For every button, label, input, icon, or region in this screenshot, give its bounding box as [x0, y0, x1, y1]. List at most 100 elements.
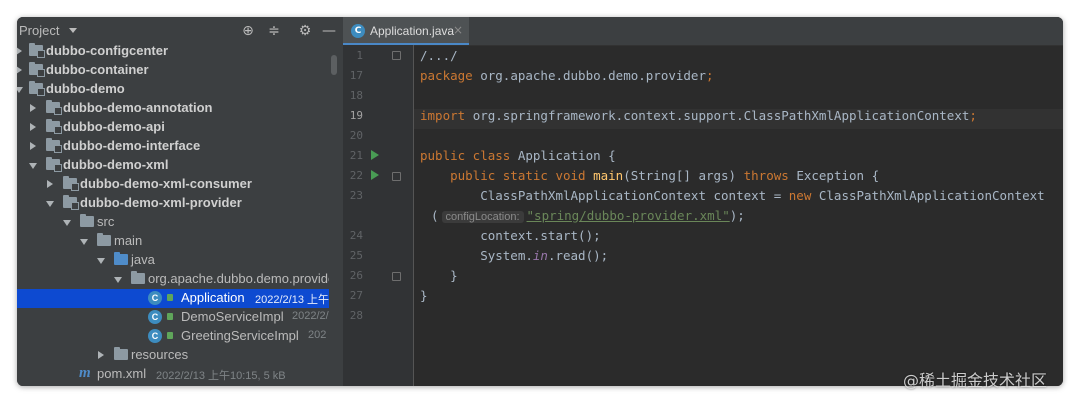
tree-item-src[interactable]: src: [17, 213, 329, 232]
tree-item-label: pom.xml: [97, 366, 147, 381]
source-folder-icon: [114, 252, 128, 265]
tree-item-dubbo-demo-xml-provider[interactable]: dubbo-demo-xml-provider: [17, 194, 329, 213]
code-token: Application {: [517, 148, 616, 163]
code-line-23: ClassPathXmlApplicationContext context =…: [420, 188, 1044, 208]
code-token: }: [420, 288, 428, 303]
tree-item-label: DemoServiceImpl: [181, 309, 284, 324]
chevron-right-icon[interactable]: [17, 66, 22, 74]
tree-item-dubbo-container[interactable]: dubbo-container: [17, 61, 329, 80]
chevron-down-icon[interactable]: [29, 163, 37, 169]
code-line-26: }: [420, 268, 458, 288]
tree-item-label: src: [97, 214, 115, 229]
tree-item-label: dubbo-demo-api: [63, 119, 165, 134]
chevron-right-icon[interactable]: [30, 123, 36, 131]
code-token: new: [788, 188, 819, 203]
tree-item-label: dubbo-demo-xml-consumer: [80, 176, 252, 191]
tree-item-label: dubbo-container: [46, 62, 149, 77]
tree-item-greetingserviceimpl[interactable]: C GreetingServiceImpl 202: [17, 327, 329, 346]
tab-application-java[interactable]: C Application.java ×: [343, 17, 469, 45]
chevron-down-icon[interactable]: [97, 258, 105, 264]
class-icon: C: [148, 291, 162, 305]
tree-item-package[interactable]: org.apache.dubbo.demo.provider: [17, 270, 329, 289]
code-line-21: public class Application {: [420, 148, 616, 168]
tab-label: Application.java: [370, 24, 455, 38]
tree-item-label: dubbo-demo-annotation: [63, 100, 213, 115]
module-folder-icon: [46, 157, 62, 172]
code-line-24: context.start();: [420, 228, 600, 248]
resources-folder-icon: [114, 347, 128, 360]
module-folder-icon: [63, 176, 79, 191]
code-token: org.apache.dubbo.demo.provider: [480, 68, 706, 83]
tree-item-label: dubbo-demo-interface: [63, 138, 201, 153]
code-token: System.: [420, 248, 533, 263]
code-line-17: package org.apache.dubbo.demo.provider;: [420, 68, 714, 88]
tree-item-pom-xml[interactable]: m pom.xml 2022/2/13 上午10:15, 5 kB: [17, 365, 329, 384]
chevron-down-icon[interactable]: [63, 220, 71, 226]
tree-item-dubbo-configcenter[interactable]: dubbo-configcenter: [17, 42, 329, 61]
code-line-25: System.in.read();: [420, 248, 608, 268]
tree-scrollbar[interactable]: [331, 55, 337, 75]
code-token: in: [532, 248, 548, 263]
chevron-down-icon[interactable]: [114, 277, 122, 283]
tree-item-meta: 202: [308, 329, 327, 341]
maven-icon: m: [79, 365, 91, 381]
code-line-19: import org.springframework.context.suppo…: [420, 108, 977, 128]
code-token: ClassPathXmlApplicationContext context =: [420, 188, 789, 203]
class-icon: C: [148, 329, 162, 343]
tree-item-dubbo-demo-api[interactable]: dubbo-demo-api: [17, 118, 329, 137]
module-folder-icon: [29, 43, 45, 58]
tree-item-dubbo-demo[interactable]: dubbo-demo: [17, 80, 329, 99]
tree-item-label: dubbo-demo: [46, 81, 125, 96]
chevron-down-icon[interactable]: [46, 201, 54, 207]
close-icon[interactable]: ×: [453, 23, 463, 37]
module-folder-icon: [46, 119, 62, 134]
module-folder-icon: [46, 100, 62, 115]
module-folder-icon: [29, 62, 45, 77]
tree-item-resources[interactable]: resources: [17, 346, 329, 365]
chevron-right-icon[interactable]: [17, 47, 22, 55]
chevron-right-icon[interactable]: [47, 180, 53, 188]
target-icon[interactable]: ⊕: [239, 22, 257, 40]
chevron-right-icon[interactable]: [30, 142, 36, 150]
tree-item-label: org.apache.dubbo.demo.provider: [148, 271, 329, 286]
tree-item-label: dubbo-demo-xml: [63, 157, 169, 172]
tree-item-main[interactable]: main: [17, 232, 329, 251]
tree-item-application[interactable]: C Application 2022/2/13 上午: [17, 289, 329, 308]
editor-tabs: C Application.java ×: [343, 17, 1063, 46]
minimize-icon[interactable]: —: [320, 22, 338, 40]
tree-item-meta: 2022/2/13 上午10:15, 5 kB: [156, 370, 286, 382]
code-token: }: [420, 268, 458, 283]
tree-item-dubbo-demo-annotation[interactable]: dubbo-demo-annotation: [17, 99, 329, 118]
tree-item-dubbo-demo-xml[interactable]: dubbo-demo-xml: [17, 156, 329, 175]
watermark: @稀土掘金技术社区: [903, 371, 1048, 390]
project-title[interactable]: Project: [19, 23, 59, 38]
code-token: package: [420, 68, 481, 83]
tree-item-dubbo-demo-xml-consumer[interactable]: dubbo-demo-xml-consumer: [17, 175, 329, 194]
chevron-right-icon[interactable]: [98, 351, 104, 359]
code-area[interactable]: /.../ package org.apache.dubbo.demo.prov…: [343, 45, 1063, 386]
tree-item-demoserviceimpl[interactable]: C DemoServiceImpl 2022/2/: [17, 308, 329, 327]
code-token: public static void: [420, 168, 594, 183]
tree-item-label: resources: [131, 347, 189, 362]
chevron-down-icon[interactable]: [69, 28, 77, 33]
code-token: (String[] args): [623, 168, 744, 183]
chevron-right-icon[interactable]: [30, 104, 36, 112]
code-line-27: }: [420, 288, 428, 308]
chevron-down-icon[interactable]: [80, 239, 88, 245]
code-line-23-wrap: (configLocation: "spring/dubbo-provider.x…: [431, 208, 745, 228]
code-token: throws: [743, 168, 797, 183]
tree-item-java[interactable]: java: [17, 251, 329, 270]
collapse-icon[interactable]: ≑: [265, 22, 283, 40]
chevron-down-icon[interactable]: [17, 87, 23, 93]
folder-icon: [80, 214, 94, 227]
code-token: ;: [969, 108, 977, 123]
gear-icon[interactable]: ⚙: [296, 22, 314, 40]
code-token: import: [420, 108, 473, 123]
code-token: org.springframework.context.support.Clas…: [472, 108, 970, 123]
class-icon: C: [351, 24, 365, 38]
folded-imports[interactable]: /.../: [420, 48, 458, 63]
module-folder-icon: [46, 138, 62, 153]
code-token: ;: [706, 68, 714, 83]
tree-item-dubbo-demo-interface[interactable]: dubbo-demo-interface: [17, 137, 329, 156]
module-folder-icon: [29, 81, 45, 96]
